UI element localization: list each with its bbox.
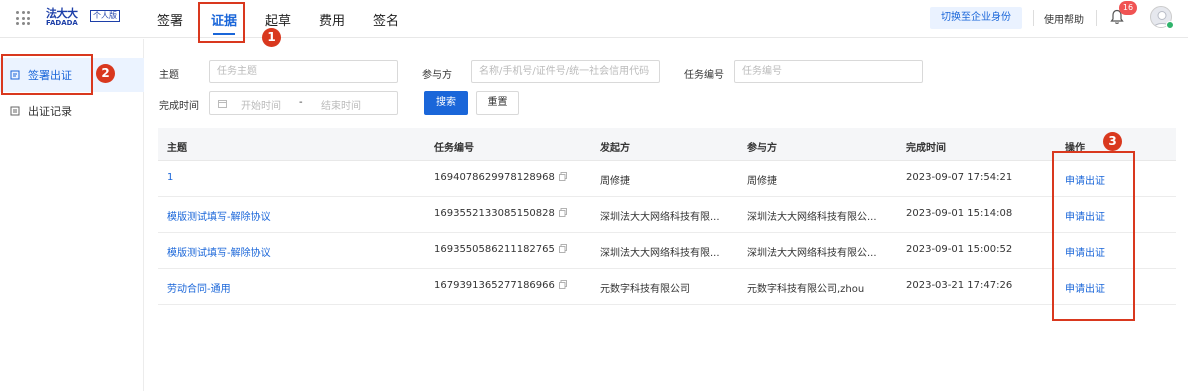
row-done-time: 2023-09-07 17:54:21 — [906, 172, 1013, 183]
annotation-step-2: 2 — [96, 64, 115, 83]
divider — [1033, 10, 1034, 26]
row-subject[interactable]: 模版测试填写-解除协议 — [167, 244, 271, 259]
logo-text-en: FADADA — [46, 19, 78, 27]
row-initiator: 周修捷 — [600, 176, 630, 187]
copy-icon[interactable] — [558, 244, 567, 253]
switch-to-enterprise-button[interactable]: 切换至企业身份 — [930, 7, 1022, 29]
date-range-picker[interactable]: 开始时间 - 结束时间 — [209, 91, 398, 115]
row-initiator: 深圳法大大网络科技有限... — [600, 212, 720, 223]
search-button[interactable]: 搜索 — [424, 91, 468, 115]
copy-icon[interactable] — [558, 280, 567, 289]
nav-draft[interactable]: 起草 — [265, 10, 291, 29]
row-participant: 元数字科技有限公司,zhou — [747, 284, 865, 295]
row-initiator: 深圳法大大网络科技有限... — [600, 248, 720, 259]
edition-tag: 个人版 — [90, 10, 120, 22]
copy-icon[interactable] — [558, 172, 567, 181]
row-participant: 深圳法大大网络科技有限公... — [747, 248, 877, 259]
top-navigation-bar: 法大大 FADADA 个人版 签署 证据 起草 费用 签名 切换至企业身份 使用… — [0, 0, 1188, 38]
row-task-no: 1694078629978128968 — [434, 172, 567, 183]
apps-grid-icon[interactable] — [16, 11, 30, 25]
table-header: 主题 任务编号 发起方 参与方 完成时间 操作 — [158, 128, 1176, 161]
nav-fees[interactable]: 费用 — [319, 10, 345, 29]
subject-input[interactable]: 任务主题 — [209, 60, 398, 83]
column-header-subject: 主题 — [167, 143, 187, 154]
task-no-text: 1694078629978128968 — [434, 172, 555, 183]
subject-label: 主题 — [159, 70, 179, 81]
table-row: 1 1694078629978128968 周修捷 周修捷 2023-09-07… — [158, 161, 1176, 197]
annotation-box-evidence-nav — [198, 2, 245, 43]
column-header-task-no: 任务编号 — [434, 143, 474, 154]
nav-signature[interactable]: 签名 — [373, 10, 399, 29]
row-task-no: 1693552133085150828 — [434, 208, 567, 219]
table-row: 模版测试填写-解除协议 1693550586211182765 深圳法大大网络科… — [158, 233, 1176, 269]
row-task-no: 1679391365277186966 — [434, 280, 567, 291]
task-no-text: 1679391365277186966 — [434, 280, 555, 291]
help-link[interactable]: 使用帮助 — [1044, 11, 1084, 26]
sidebar-item-label: 出证记录 — [28, 105, 72, 118]
end-date-input[interactable]: 结束时间 — [321, 97, 361, 112]
verified-check-icon — [1166, 21, 1174, 29]
sidebar-item-evidence-records[interactable]: 出证记录 — [0, 94, 144, 128]
fadada-logo[interactable]: 法大大 FADADA 个人版 — [46, 7, 120, 27]
task-no-text: 1693552133085150828 — [434, 208, 555, 219]
reset-button[interactable]: 重置 — [476, 91, 519, 115]
row-subject[interactable]: 劳动合同-通用 — [167, 280, 231, 295]
party-input[interactable]: 名称/手机号/证件号/统一社会信用代码 — [471, 60, 660, 83]
row-done-time: 2023-03-21 17:47:26 — [906, 280, 1013, 291]
task-no-text: 1693550586211182765 — [434, 244, 555, 255]
row-subject[interactable]: 模版测试填写-解除协议 — [167, 208, 271, 223]
logo-text-cn: 法大大 — [46, 7, 78, 20]
task-no-label: 任务编号 — [684, 70, 724, 81]
notification-badge: 16 — [1119, 1, 1137, 15]
row-task-no: 1693550586211182765 — [434, 244, 567, 255]
task-no-input[interactable]: 任务编号 — [734, 60, 923, 83]
nav-sign[interactable]: 签署 — [157, 10, 183, 29]
row-initiator: 元数字科技有限公司 — [600, 284, 690, 295]
row-participant: 深圳法大大网络科技有限公... — [747, 212, 877, 223]
party-label: 参与方 — [422, 70, 452, 81]
calendar-icon — [218, 100, 227, 108]
annotation-box-actions — [1052, 151, 1135, 321]
done-time-label: 完成时间 — [159, 101, 199, 112]
copy-icon[interactable] — [558, 208, 567, 217]
row-subject[interactable]: 1 — [167, 172, 173, 183]
annotation-step-3: 3 — [1103, 132, 1122, 151]
row-participant: 周修捷 — [747, 176, 777, 187]
start-date-input[interactable]: 开始时间 — [241, 97, 281, 112]
annotation-step-1: 1 — [262, 28, 281, 47]
column-header-participant: 参与方 — [747, 143, 777, 154]
row-done-time: 2023-09-01 15:14:08 — [906, 208, 1013, 219]
column-header-done-time: 完成时间 — [906, 143, 946, 154]
range-separator: - — [299, 97, 303, 108]
table-row: 模版测试填写-解除协议 1693552133085150828 深圳法大大网络科… — [158, 197, 1176, 233]
column-header-initiator: 发起方 — [600, 143, 630, 154]
record-icon — [10, 106, 20, 116]
row-done-time: 2023-09-01 15:00:52 — [906, 244, 1013, 255]
annotation-box-sidebar — [1, 54, 93, 95]
table-row: 劳动合同-通用 1679391365277186966 元数字科技有限公司 元数… — [158, 269, 1176, 305]
divider — [1096, 10, 1097, 26]
